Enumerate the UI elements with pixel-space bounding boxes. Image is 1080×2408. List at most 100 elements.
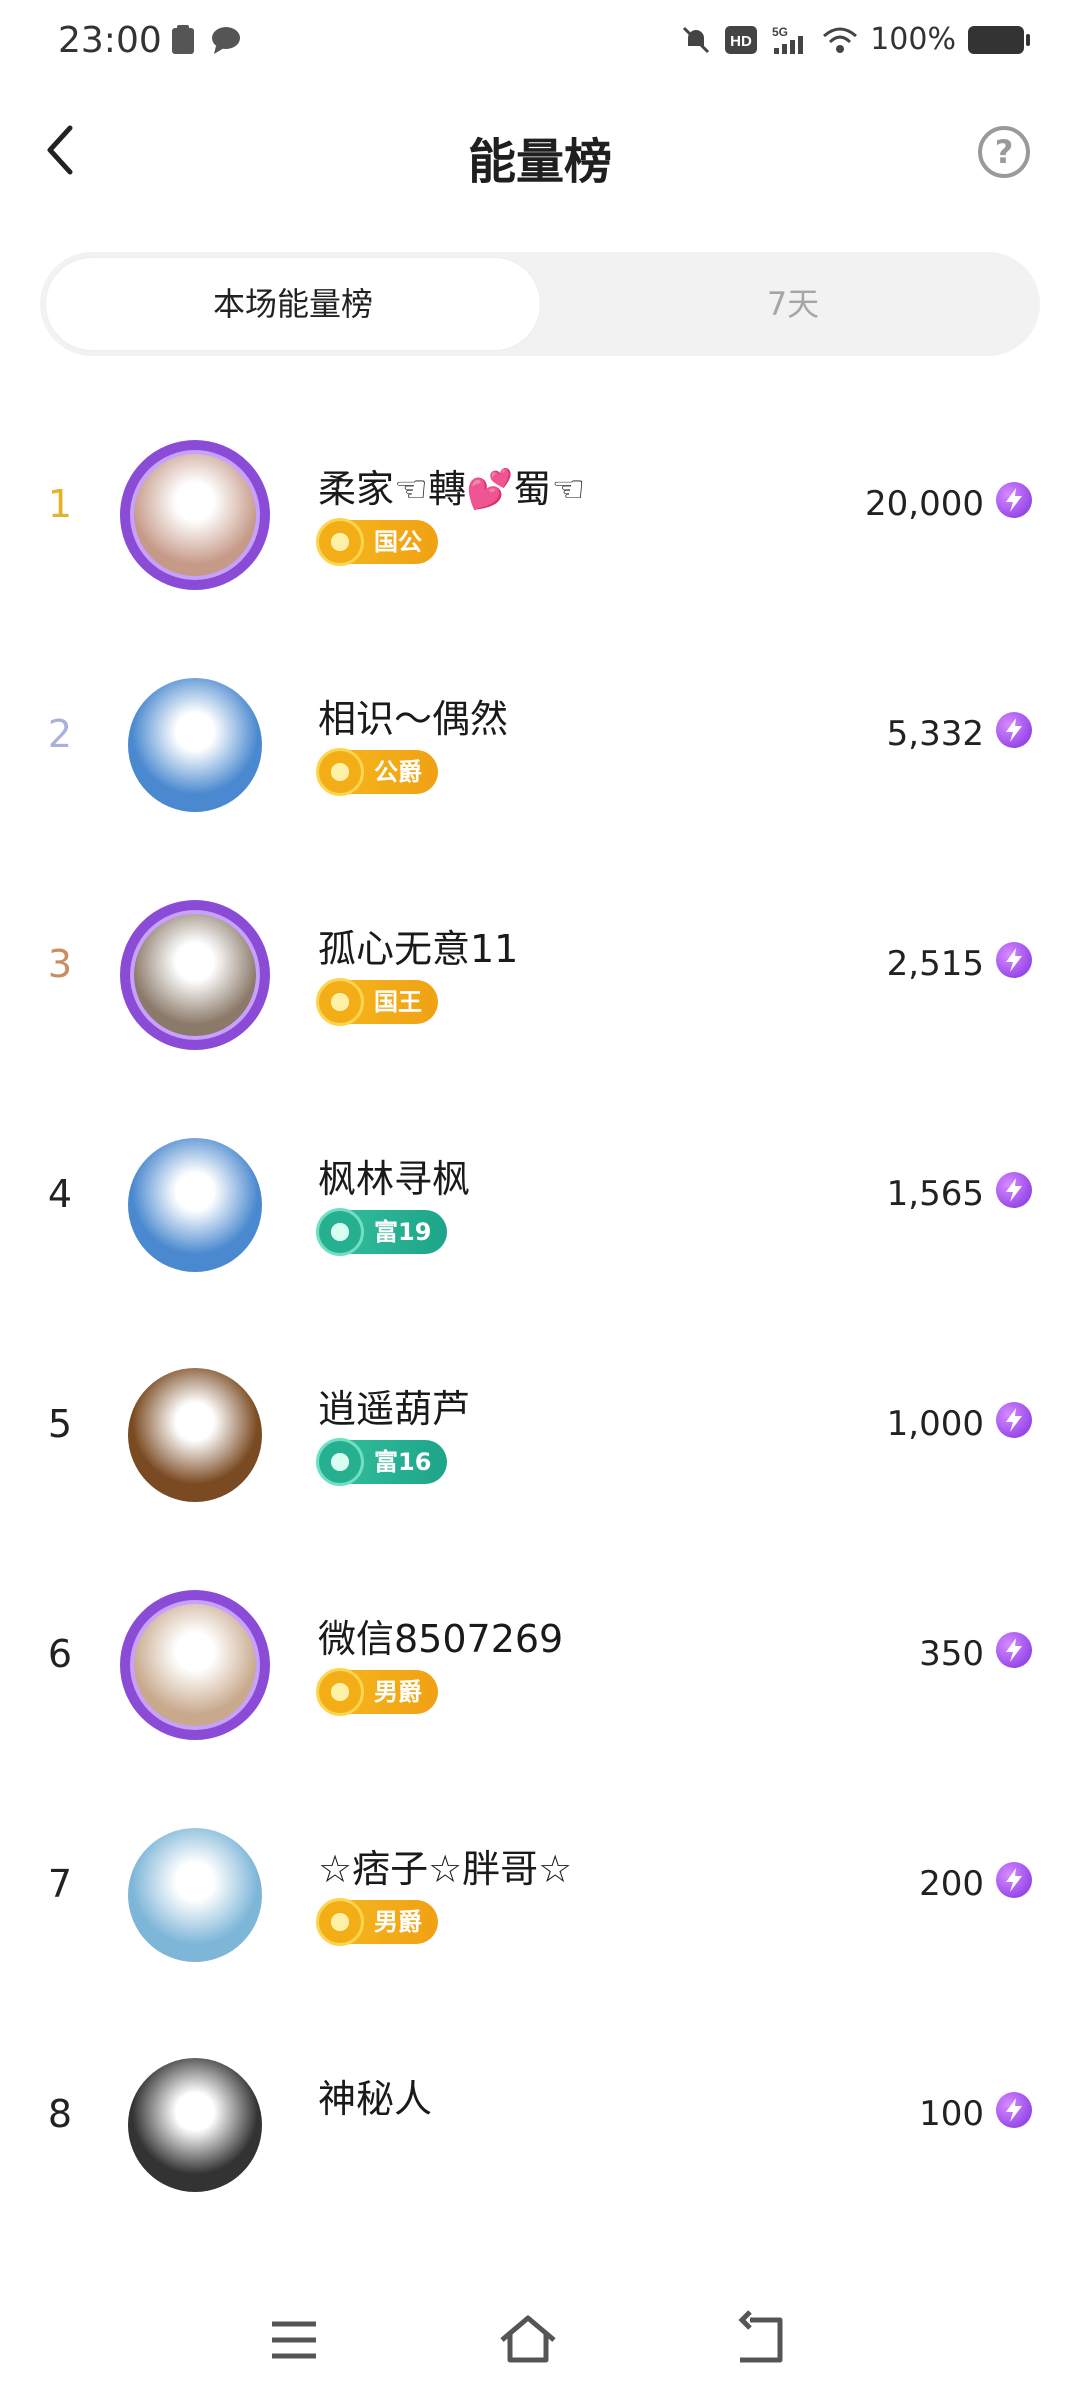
energy-bolt-icon	[996, 2092, 1032, 2128]
energy-bolt-icon	[996, 942, 1032, 978]
rank-number: 2	[47, 712, 73, 756]
badge-icon	[316, 748, 364, 796]
level-badge: 男爵	[316, 1898, 438, 1946]
hd-icon: HD	[725, 25, 758, 54]
level-badge: 富16	[316, 1438, 448, 1486]
badge-label: 富16	[374, 1448, 432, 1476]
svg-text:HD: HD	[730, 33, 752, 50]
rank-number: 4	[47, 1172, 73, 1216]
energy-score: 100	[919, 2094, 984, 2134]
ranking-row[interactable]: 7 ☆痞子☆胖哥☆ 男爵 200	[0, 1800, 1080, 2030]
home-icon	[500, 2315, 556, 2363]
rank-number: 3	[47, 942, 73, 986]
energy-bolt-icon	[996, 482, 1032, 518]
user-name: 逍遥葫芦	[318, 1387, 471, 1431]
user-name: 微信8507269	[318, 1617, 564, 1661]
avatar-image	[128, 1138, 262, 1272]
badge-icon	[316, 518, 364, 566]
energy-bolt-icon	[996, 712, 1032, 748]
energy-score: 350	[919, 1634, 984, 1674]
avatar-frame	[120, 1590, 270, 1740]
ranking-list: 1 柔家☜轉💕蜀☜ 国公 20,000 2 相识～偶然公爵 5,332 3 孤心无意11 国王 2,…	[0, 420, 1080, 2260]
clipboard-icon	[172, 25, 194, 54]
message-icon	[212, 27, 240, 54]
badge-icon	[316, 1208, 364, 1256]
level-badge: 公爵	[316, 748, 438, 796]
energy-score: 2,515	[886, 944, 984, 984]
energy-score: 20,000	[865, 484, 984, 524]
ranking-row[interactable]: 4 枫林寻枫富19 1,565	[0, 1110, 1080, 1340]
page-title: 能量榜	[467, 134, 612, 190]
badge-label: 富19	[374, 1218, 432, 1246]
energy-score: 1,000	[886, 1404, 984, 1444]
rank-number: 6	[47, 1632, 73, 1676]
badge-label: 国王	[374, 988, 422, 1016]
badge-label: 国公	[374, 528, 422, 556]
system-nav-bar	[0, 2290, 1080, 2390]
help-button[interactable]: ?	[978, 126, 1030, 178]
menu-icon	[272, 2321, 316, 2359]
level-badge: 男爵	[316, 1668, 438, 1716]
rank-number: 1	[47, 482, 73, 526]
battery-percent: 100%	[870, 22, 956, 57]
badge-label: 公爵	[374, 758, 422, 786]
signal-5g-icon: 5G	[772, 25, 804, 54]
energy-bolt-icon	[996, 1402, 1032, 1438]
wifi-icon	[823, 27, 858, 53]
badge-label: 男爵	[374, 1908, 422, 1936]
user-name: 相识～偶然	[318, 697, 509, 741]
ranking-row[interactable]: 8 神秘人 100	[0, 2030, 1080, 2260]
level-badge: 国王	[316, 978, 438, 1026]
avatar[interactable]	[120, 1820, 270, 1970]
energy-score: 5,332	[886, 714, 984, 754]
avatar-image	[128, 1828, 262, 1962]
energy-bolt-icon	[996, 1632, 1032, 1668]
avatar[interactable]	[120, 1590, 270, 1740]
avatar[interactable]	[120, 1360, 270, 1510]
status-time: 23:00	[58, 20, 162, 61]
return-icon	[738, 2310, 783, 2363]
user-name: ☆痞子☆胖哥☆	[318, 1847, 573, 1891]
avatar-frame	[120, 900, 270, 1050]
ranking-row[interactable]: 5 逍遥葫芦富16 1,000	[0, 1340, 1080, 1570]
energy-score: 200	[919, 1864, 984, 1904]
energy-bolt-icon	[996, 1172, 1032, 1208]
tab-current-session[interactable]: 本场能量榜	[46, 258, 540, 350]
rank-number: 8	[47, 2092, 73, 2136]
avatar[interactable]	[120, 900, 270, 1050]
svg-text:5G: 5G	[772, 25, 788, 39]
energy-score: 1,565	[886, 1174, 984, 1214]
menu-button[interactable]	[262, 2308, 326, 2372]
avatar[interactable]	[120, 670, 270, 820]
avatar[interactable]	[120, 2050, 270, 2200]
avatar-image	[128, 678, 262, 812]
badge-icon	[316, 1668, 364, 1716]
user-name: 神秘人	[318, 2077, 433, 2121]
rank-number: 5	[47, 1402, 73, 1446]
badge-icon	[316, 1438, 364, 1486]
ranking-row[interactable]: 2 相识～偶然公爵 5,332	[0, 650, 1080, 880]
home-button[interactable]	[496, 2308, 560, 2372]
avatar-image	[128, 1368, 262, 1502]
avatar-image	[128, 2058, 262, 2192]
avatar-frame	[120, 440, 270, 590]
badge-icon	[316, 978, 364, 1026]
avatar[interactable]	[120, 1130, 270, 1280]
level-badge: 富19	[316, 1208, 448, 1256]
badge-icon	[316, 1898, 364, 1946]
ranking-row[interactable]: 6 微信8507269 男爵 350	[0, 1570, 1080, 1800]
avatar[interactable]	[120, 440, 270, 590]
tab-bar: 本场能量榜 7天	[40, 252, 1040, 356]
user-name: 柔家☜轉💕蜀☜	[318, 467, 586, 511]
ranking-row[interactable]: 3 孤心无意11 国王 2,515	[0, 880, 1080, 1110]
tab-7-days[interactable]: 7天	[546, 252, 1040, 356]
level-badge: 国公	[316, 518, 438, 566]
user-name: 枫林寻枫	[318, 1157, 471, 1201]
status-bar: 23:00 HD 5G 100%	[0, 0, 1080, 84]
mute-icon	[683, 26, 710, 53]
user-name: 孤心无意11	[318, 927, 519, 971]
ranking-row[interactable]: 1 柔家☜轉💕蜀☜ 国公 20,000	[0, 420, 1080, 650]
battery-icon	[968, 25, 1030, 54]
back-nav-button[interactable]	[730, 2308, 794, 2372]
rank-number: 7	[47, 1862, 73, 1906]
